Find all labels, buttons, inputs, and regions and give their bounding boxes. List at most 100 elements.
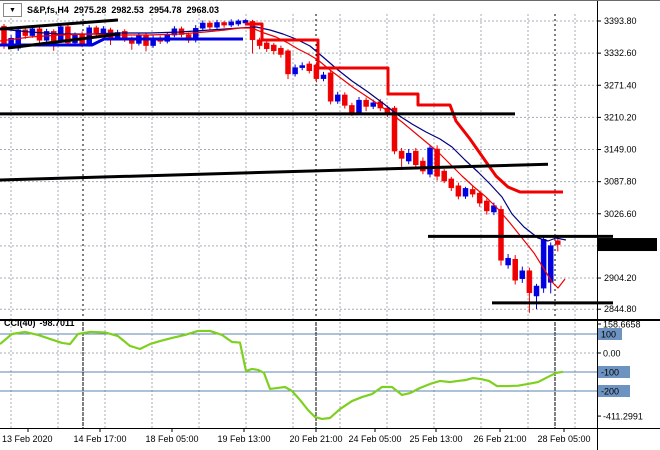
candle-body xyxy=(476,192,483,204)
candle xyxy=(263,40,270,52)
candle-body xyxy=(86,27,92,45)
candle xyxy=(50,29,57,51)
candle-body xyxy=(512,258,518,281)
cci-line xyxy=(0,329,564,421)
candle-body xyxy=(100,28,107,34)
price-label: 3149.00 xyxy=(604,145,637,155)
candle-body xyxy=(36,28,43,41)
candle-body xyxy=(306,63,313,72)
candle-body xyxy=(299,65,305,68)
time-label: 19 Feb 13:00 xyxy=(217,434,270,444)
candle-body xyxy=(519,270,526,279)
candle-body xyxy=(320,74,327,79)
candle-body xyxy=(327,72,334,102)
candle xyxy=(214,19,220,30)
candle xyxy=(327,70,334,105)
price-label: 2904.20 xyxy=(604,273,637,283)
candle xyxy=(540,235,547,293)
symbol-period-label: S&P,fs,H4 xyxy=(27,5,69,15)
candle-body xyxy=(263,42,270,49)
indicator-label: CCI(40) -98.7011 xyxy=(4,318,75,328)
candle-body xyxy=(498,209,504,261)
candle-body xyxy=(462,188,469,197)
quote-close: 2968.03 xyxy=(186,5,220,15)
rising-trendline xyxy=(0,162,549,182)
cci-level-label: -200 xyxy=(601,387,619,397)
candle xyxy=(455,182,462,200)
candle-body xyxy=(363,99,369,107)
candle xyxy=(36,26,43,43)
cci-level-label: -100 xyxy=(601,368,619,378)
candle-body xyxy=(334,94,341,102)
cci-level-label: 100 xyxy=(601,330,616,340)
candle-body xyxy=(228,21,234,26)
price-label: 3026.60 xyxy=(604,209,637,219)
time-label: 25 Feb 13:00 xyxy=(409,434,462,444)
quote-open: 2975.28 xyxy=(73,5,107,15)
candle xyxy=(342,92,348,109)
candle xyxy=(427,144,433,178)
candle xyxy=(462,186,469,199)
current-price-label: 2968.03 xyxy=(601,240,634,250)
dropdown-arrow-icon: ▼ xyxy=(9,6,16,14)
candle-body xyxy=(200,22,206,29)
candle-body xyxy=(398,150,405,159)
time-label: 26 Feb 21:00 xyxy=(473,434,526,444)
candle xyxy=(285,49,291,80)
price-label: 3271.40 xyxy=(604,80,637,90)
candle-body xyxy=(533,285,540,297)
candle xyxy=(363,97,369,112)
candle-body xyxy=(448,178,455,189)
candle-body xyxy=(413,150,419,165)
grid-layer xyxy=(0,14,597,428)
ma-fast-line xyxy=(0,27,566,289)
time-label: 20 Feb 21:00 xyxy=(289,434,342,444)
candle xyxy=(441,168,447,184)
candle xyxy=(413,147,419,169)
candle xyxy=(299,62,305,71)
candle-body xyxy=(356,99,362,113)
candle-body xyxy=(427,147,433,175)
cci-range-label: 0.00 xyxy=(603,349,621,359)
candle xyxy=(143,33,149,52)
candle-body xyxy=(22,29,29,36)
cci-range-label: -411.2991 xyxy=(603,412,643,422)
price-axis[interactable]: 3393.80 3332.60 3271.40 3210.20 3149.00 3087.… xyxy=(597,16,657,422)
time-label: 28 Feb 05:00 xyxy=(537,434,590,444)
time-label: 18 Feb 05:00 xyxy=(145,434,198,444)
chart-window: 3393.80 3332.60 3271.40 3210.20 3149.00 3087.… xyxy=(0,0,660,450)
candle xyxy=(86,25,92,47)
candle xyxy=(320,71,327,82)
candle-body xyxy=(540,239,547,289)
candle xyxy=(398,147,405,167)
candle-body xyxy=(455,185,462,197)
candle-body xyxy=(271,44,277,52)
price-label: 3332.60 xyxy=(604,48,637,58)
candle-body xyxy=(278,47,284,55)
price-label: 2844.80 xyxy=(604,304,637,314)
quote-high: 2982.53 xyxy=(111,5,144,15)
quote-low: 2954.78 xyxy=(148,5,182,15)
drawn-objects-layer xyxy=(0,18,613,305)
price-label: 3393.80 xyxy=(604,16,637,26)
candle xyxy=(420,157,426,175)
price-label: 3210.20 xyxy=(604,112,637,122)
candle xyxy=(405,148,412,165)
candle-body xyxy=(214,22,220,28)
candle-body xyxy=(235,20,242,25)
chart-canvas[interactable]: 3393.80 3332.60 3271.40 3210.20 3149.00 3087.… xyxy=(0,1,660,450)
candle-body xyxy=(285,50,291,75)
candle-body xyxy=(484,200,490,212)
symbol-dropdown-button[interactable]: ▼ xyxy=(3,3,22,17)
candle xyxy=(519,266,526,283)
indicator-name: CCI(40) xyxy=(4,318,36,328)
candle-body xyxy=(420,160,426,172)
candle xyxy=(356,97,362,115)
candle-body xyxy=(93,27,100,34)
candle-body xyxy=(342,94,348,106)
candle xyxy=(221,20,227,28)
candle-body xyxy=(405,152,412,162)
candle xyxy=(306,61,313,74)
time-axis[interactable]: 13 Feb 2020 14 Feb 17:00 18 Feb 05:00 19 Fe… xyxy=(2,428,591,444)
candle xyxy=(533,283,540,310)
